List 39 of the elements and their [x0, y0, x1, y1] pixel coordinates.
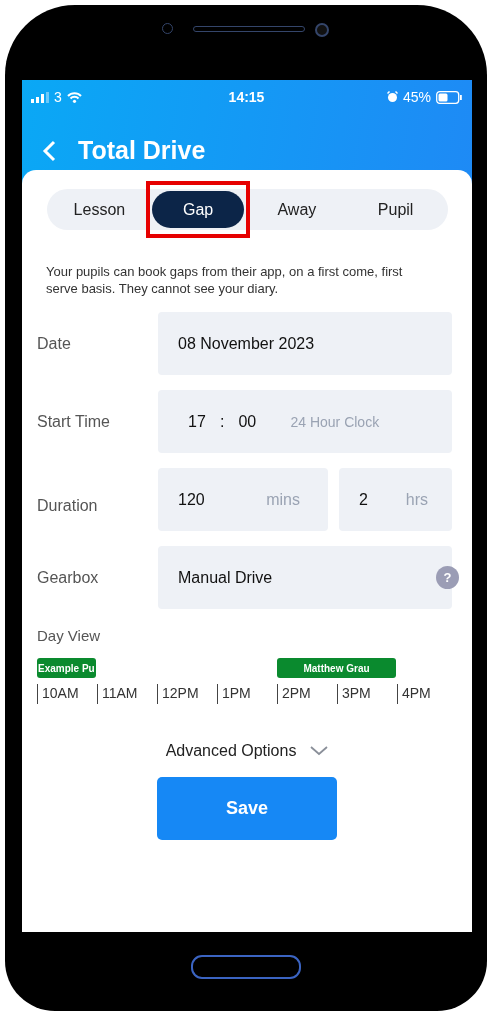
alarm-icon	[386, 91, 398, 103]
minute-input[interactable]: 00	[238, 412, 259, 431]
screen-title: Total Drive	[78, 136, 206, 165]
save-button[interactable]: Save	[157, 777, 337, 840]
hour-input[interactable]: 17	[188, 412, 208, 431]
battery-percent: 45%	[402, 89, 431, 105]
tab[interactable]: Lesson	[53, 191, 146, 228]
hour-label: 11AM	[97, 684, 157, 704]
tab[interactable]: Gap	[152, 191, 245, 228]
description-text: Your pupils can book gaps from their app, on a first come, first serve basis. They cannot see your diary.	[46, 263, 404, 297]
clock-hint: 24 Hour Clock	[290, 413, 380, 430]
tab[interactable]: Away	[250, 191, 343, 228]
home-button[interactable]	[190, 955, 301, 979]
hours-field[interactable]: 2 hrs	[339, 468, 452, 531]
time-separator: :	[220, 412, 225, 431]
gearbox-label: Gearbox	[36, 568, 100, 587]
carrier-label: 3	[54, 89, 62, 105]
hour-label: 2PM	[277, 684, 337, 704]
date-field[interactable]: 08 November 2023	[158, 312, 452, 375]
wifi-icon	[66, 91, 82, 103]
camera-icon	[315, 23, 329, 37]
minutes-field[interactable]: 120 mins	[158, 468, 328, 531]
duration-label: Duration	[36, 496, 99, 515]
clock-time: 14:15	[228, 89, 265, 105]
event-chip[interactable]: Matthew Grau	[277, 658, 396, 678]
hour-label: 12PM	[157, 684, 217, 704]
hour-label: 3PM	[337, 684, 397, 704]
hour-label: 4PM	[397, 684, 457, 704]
date-label: Date	[36, 334, 72, 353]
start-time-label: Start Time	[36, 412, 111, 431]
day-view-label: Day View	[37, 627, 102, 644]
advanced-options-toggle[interactable]: Advanced Options	[165, 742, 329, 760]
back-icon[interactable]	[42, 139, 56, 162]
hour-label: 1PM	[217, 684, 277, 704]
event-chip[interactable]: Example Pu	[37, 658, 96, 678]
signal-icon	[31, 91, 49, 103]
battery-icon	[436, 90, 462, 104]
hour-label: 10AM	[37, 684, 97, 704]
tab[interactable]: Pupil	[349, 191, 442, 228]
